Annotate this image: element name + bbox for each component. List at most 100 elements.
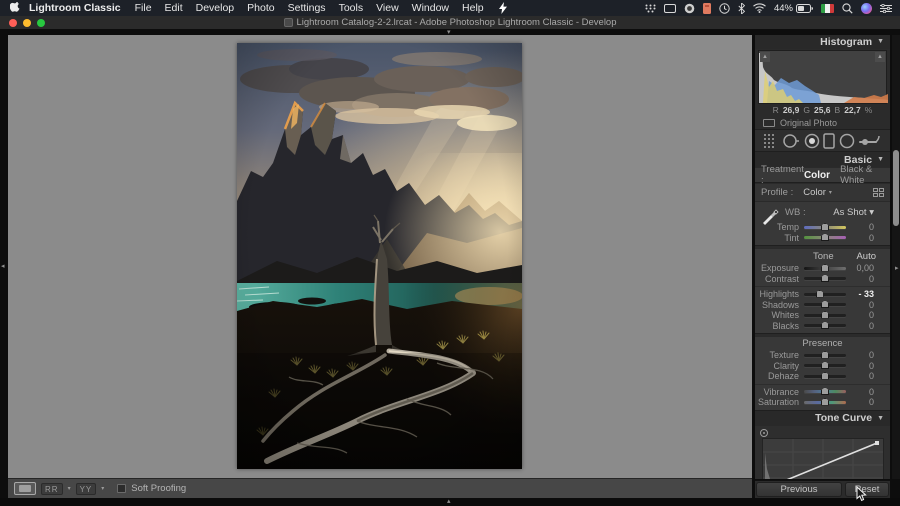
clarity-slider[interactable] xyxy=(804,364,846,367)
menu-photo[interactable]: Photo xyxy=(247,2,274,14)
bottom-filmstrip-strip[interactable]: ▴ xyxy=(0,498,900,506)
reference-view-dropdown-icon[interactable]: ▾ xyxy=(68,485,71,492)
panel-scrollbar-thumb[interactable] xyxy=(893,150,899,226)
whites-slider-thumb[interactable] xyxy=(821,311,829,319)
tint-slider[interactable] xyxy=(804,236,846,239)
control-center-icon[interactable] xyxy=(880,4,892,13)
tone-curve-collapse-icon[interactable]: ▼ xyxy=(877,415,884,422)
contrast-slider[interactable] xyxy=(804,277,846,280)
texture-slider-thumb[interactable] xyxy=(821,351,829,359)
radial-filter-tool-icon[interactable] xyxy=(839,133,855,149)
photo-preview[interactable] xyxy=(237,43,522,469)
bolt-menu-icon[interactable] xyxy=(499,2,507,14)
tone-curve-graph[interactable] xyxy=(762,438,884,480)
wb-eyedropper-icon[interactable] xyxy=(760,206,780,229)
menu-file[interactable]: File xyxy=(135,2,152,14)
exposure-slider[interactable] xyxy=(804,267,846,270)
temp-slider-thumb[interactable] xyxy=(821,223,829,231)
menu-settings[interactable]: Settings xyxy=(288,2,326,14)
menu-view[interactable]: View xyxy=(376,2,399,14)
battery-indicator[interactable]: 44% xyxy=(774,3,813,14)
highlights-value: - 33 xyxy=(846,289,874,299)
shadows-slider-thumb[interactable] xyxy=(821,300,829,308)
tint-slider-thumb[interactable] xyxy=(821,233,829,241)
wb-preset-dropdown[interactable]: As Shot ▾ xyxy=(833,207,874,218)
recorder-status-icon[interactable] xyxy=(684,3,695,14)
menu-help[interactable]: Help xyxy=(462,2,484,14)
input-language-flag-icon[interactable] xyxy=(821,4,834,13)
graduated-filter-tool-icon[interactable] xyxy=(823,133,835,149)
profile-value-dropdown[interactable]: Color xyxy=(803,187,826,198)
basic-collapse-icon[interactable]: ▼ xyxy=(877,156,884,163)
wb-dropdown-icon: ▾ xyxy=(869,207,874,218)
top-panel-strip[interactable]: ▾ xyxy=(0,29,900,35)
profile-dropdown-icon[interactable]: ▾ xyxy=(829,189,832,196)
show-filmstrip-arrow-icon[interactable]: ▴ xyxy=(447,498,451,505)
highlights-slider[interactable] xyxy=(804,293,846,296)
adjustment-brush-tool-icon[interactable] xyxy=(858,134,880,148)
spotlight-search-icon[interactable] xyxy=(842,3,853,14)
active-app-name[interactable]: Lightroom Classic xyxy=(29,2,121,14)
siri-icon[interactable] xyxy=(861,3,872,14)
histogram-panel-header[interactable]: Histogram ▼ xyxy=(755,34,890,49)
treatment-bw-option[interactable]: Black & White xyxy=(840,164,884,186)
targeted-adjustment-icon[interactable] xyxy=(760,429,768,437)
texture-slider[interactable] xyxy=(804,354,846,357)
saturation-slider-thumb[interactable] xyxy=(821,398,829,406)
auto-tone-button[interactable]: Auto xyxy=(856,251,876,262)
wifi-status-icon[interactable] xyxy=(753,3,766,13)
right-panel-column: Histogram ▼ ▲ ▲ R 26,9 G 25,6 B 22,7 xyxy=(753,29,900,498)
before-after-dropdown-icon[interactable]: ▾ xyxy=(101,485,104,492)
show-top-panel-arrow-icon[interactable]: ▾ xyxy=(447,29,451,36)
display-status-icon[interactable] xyxy=(664,4,676,13)
soft-proofing-checkbox[interactable] xyxy=(117,484,126,493)
treatment-color-option[interactable]: Color xyxy=(804,170,830,181)
apple-menu-icon[interactable] xyxy=(10,2,21,14)
red-eye-tool-icon[interactable] xyxy=(804,133,820,149)
profile-browser-icon[interactable] xyxy=(873,188,884,197)
keyboard-status-icon[interactable] xyxy=(645,4,656,13)
dehaze-slider[interactable] xyxy=(804,375,846,378)
show-left-panel-arrow-icon[interactable]: ◂ xyxy=(1,263,5,270)
whites-slider[interactable] xyxy=(804,314,846,317)
bluetooth-status-icon[interactable] xyxy=(738,3,745,14)
blacks-slider-thumb[interactable] xyxy=(821,321,829,329)
vibrance-slider-thumb[interactable] xyxy=(821,387,829,395)
spot-removal-tool-icon[interactable] xyxy=(782,133,800,149)
highlight-clipping-indicator[interactable]: ▲ xyxy=(875,52,885,62)
reset-button[interactable]: Reset xyxy=(845,482,889,497)
hide-right-panel-arrow-icon[interactable]: ▸ xyxy=(895,265,899,272)
temp-slider[interactable] xyxy=(804,226,846,229)
tone-curve-panel-header[interactable]: Tone Curve ▼ xyxy=(755,411,890,426)
dehaze-slider-thumb[interactable] xyxy=(821,372,829,380)
menu-window[interactable]: Window xyxy=(412,2,449,14)
saturation-slider[interactable] xyxy=(804,401,846,404)
shadows-slider[interactable] xyxy=(804,303,846,306)
profile-label: Profile : xyxy=(761,187,793,198)
clock-status-icon[interactable] xyxy=(719,3,730,14)
histogram-display[interactable]: ▲ ▲ xyxy=(758,50,887,104)
clarity-value: 0 xyxy=(846,361,874,371)
macos-menu-bar: Lightroom Classic File Edit Develop Phot… xyxy=(0,0,900,16)
menu-tools[interactable]: Tools xyxy=(339,2,364,14)
contrast-slider-thumb[interactable] xyxy=(821,274,829,282)
reference-view-button[interactable]: RR xyxy=(41,483,63,495)
left-panel-strip[interactable]: ◂ xyxy=(0,29,8,498)
before-after-view-button[interactable]: YY xyxy=(76,483,97,495)
highlights-slider-thumb[interactable] xyxy=(816,290,824,298)
app-status-icon[interactable] xyxy=(703,3,711,14)
panel-scrollbar[interactable] xyxy=(892,34,900,479)
develop-canvas[interactable] xyxy=(8,35,752,478)
menu-edit[interactable]: Edit xyxy=(165,2,183,14)
clarity-slider-thumb[interactable] xyxy=(821,361,829,369)
histogram-collapse-icon[interactable]: ▼ xyxy=(877,38,884,45)
exposure-slider-thumb[interactable] xyxy=(821,264,829,272)
loupe-view-button[interactable] xyxy=(14,482,36,495)
vibrance-slider[interactable] xyxy=(804,390,846,393)
previous-button[interactable]: Previous xyxy=(756,482,842,497)
menu-develop[interactable]: Develop xyxy=(196,2,235,14)
tone-label: Tone xyxy=(813,251,834,262)
shadow-clipping-indicator[interactable]: ▲ xyxy=(760,52,770,62)
crop-overlay-tool-icon[interactable] xyxy=(763,133,779,149)
blacks-slider[interactable] xyxy=(804,324,846,327)
